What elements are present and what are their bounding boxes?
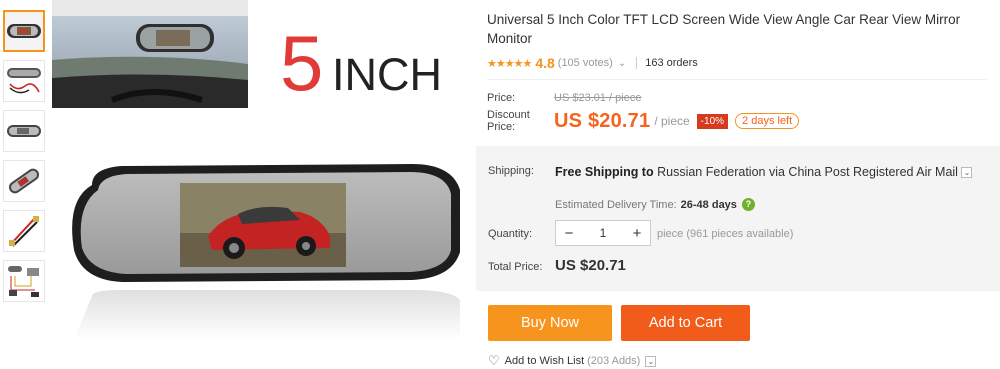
- star-icon: ★★★★★: [487, 57, 532, 70]
- orders-count: 163 orders: [645, 57, 698, 69]
- thumbnail-mirror-image: [5, 12, 43, 50]
- main-product-image[interactable]: 5 INCH: [52, 0, 472, 369]
- discount-badge: -10%: [696, 113, 729, 129]
- wish-list-label: Add to Wish List: [504, 355, 585, 367]
- product-title: Universal 5 Inch Color TFT LCD Screen Wi…: [487, 12, 961, 46]
- thumbnail-4[interactable]: [3, 160, 45, 202]
- quantity-stepper: − 1 +: [555, 220, 651, 246]
- time-left-badge: 2 days left: [735, 113, 800, 129]
- votes-count[interactable]: (105 votes): [558, 57, 613, 69]
- wish-count: (203 Adds): [587, 355, 641, 367]
- total-price-label: Total Price:: [488, 261, 543, 273]
- help-icon[interactable]: ?: [741, 198, 755, 211]
- rating-value: 4.8: [535, 55, 555, 71]
- thumbnail-3[interactable]: [3, 110, 45, 152]
- product-info: Universal 5 Inch Color TFT LCD Screen Wi…: [487, 10, 987, 133]
- rating-row: ★★★★★ 4.8 (105 votes) ⌄ 163 orders: [487, 55, 987, 71]
- buy-now-button[interactable]: Buy Now: [488, 305, 612, 341]
- purchase-options-panel: Shipping: Free Shipping to Russian Feder…: [476, 146, 1000, 291]
- add-to-wish-list[interactable]: ♡ Add to Wish List (203 Adds) ⌄: [488, 353, 657, 369]
- quantity-input[interactable]: 1: [582, 226, 624, 240]
- thumbnail-mirror-angle-image: [8, 168, 40, 194]
- thumbnail-wiring-diagram-image: [8, 266, 39, 297]
- delivery-days: 26-48 days: [680, 198, 737, 211]
- delivery-label: Estimated Delivery Time:: [555, 198, 677, 211]
- product-photo: 5 INCH: [52, 0, 460, 340]
- thumbnail-6[interactable]: [3, 260, 45, 302]
- thumbnail-mirror-side-image: [7, 125, 41, 137]
- discount-price-label: Discount Price:: [487, 109, 530, 133]
- chevron-down-icon[interactable]: ⌄: [618, 58, 626, 69]
- thumbnail-mirror-cable-image: [7, 68, 41, 94]
- original-price-row: Price: US $23.01 / piece: [487, 92, 987, 104]
- shipping-label: Shipping:: [488, 165, 534, 177]
- hero-size-unit: INCH: [332, 49, 442, 100]
- quantity-label: Quantity:: [488, 228, 533, 240]
- price-block: Price: US $23.01 / piece Discount Price:…: [487, 79, 987, 133]
- chevron-down-icon[interactable]: ⌄: [645, 355, 657, 367]
- chevron-down-icon[interactable]: ⌄: [961, 167, 973, 179]
- price-label: Price:: [487, 92, 516, 104]
- shipping-destination[interactable]: Russian Federation via China Post Regist…: [657, 165, 931, 179]
- increase-quantity-button[interactable]: +: [624, 225, 650, 242]
- original-price: US $23.01 / piece: [554, 92, 642, 104]
- decrease-quantity-button[interactable]: −: [556, 225, 582, 242]
- heart-icon: ♡: [488, 353, 500, 368]
- delivery-estimate: Estimated Delivery Time: 26-48 days ?: [555, 198, 755, 211]
- thumbnail-list: [3, 10, 47, 310]
- thumbnail-cables-image: [9, 216, 39, 247]
- thumbnail-2[interactable]: [3, 60, 45, 102]
- discount-price: US $20.71: [554, 109, 651, 132]
- thumbnail-1[interactable]: [3, 10, 45, 52]
- shipping-info: Free Shipping to Russian Federation via …: [555, 164, 985, 180]
- price-unit: / piece: [654, 114, 690, 128]
- add-to-cart-button[interactable]: Add to Cart: [621, 305, 750, 341]
- availability-text: piece (961 pieces available): [657, 228, 794, 240]
- total-price: US $20.71: [555, 257, 626, 274]
- shipping-free: Free Shipping to: [555, 165, 654, 179]
- discount-price-row: Discount Price: US $20.71 / piece -10% 2…: [487, 109, 987, 133]
- hero-size-number: 5: [280, 19, 323, 107]
- divider: [636, 57, 638, 69]
- thumbnail-5[interactable]: [3, 210, 45, 252]
- shipping-method[interactable]: Mail: [935, 165, 958, 179]
